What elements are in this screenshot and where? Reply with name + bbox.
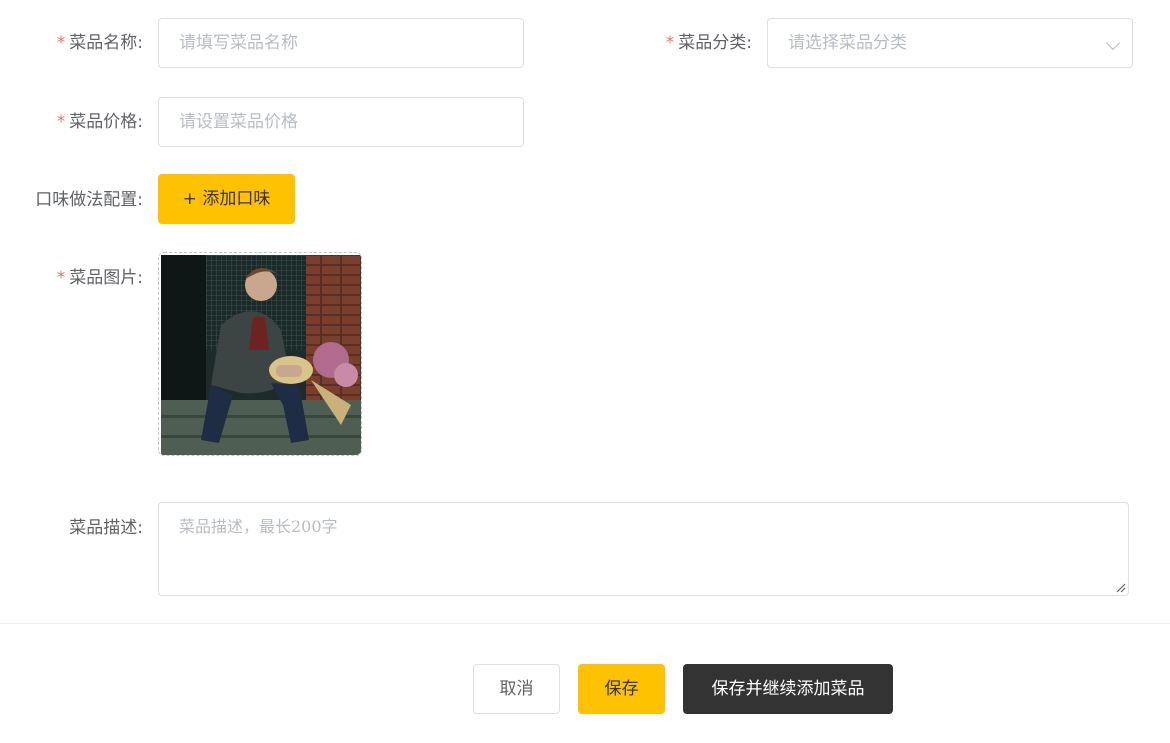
dish-name-placeholder: 请填写菜品名称 <box>179 33 298 53</box>
description-placeholder: 菜品描述，最长200字 <box>179 517 338 536</box>
required-mark: * <box>665 33 675 53</box>
dish-price-input[interactable]: 请设置菜品价格 <box>158 97 524 147</box>
dish-price-placeholder: 请设置菜品价格 <box>179 112 298 132</box>
save-button[interactable]: 保存 <box>578 664 665 714</box>
footer-divider <box>0 623 1170 624</box>
dish-name-input[interactable]: 请填写菜品名称 <box>158 18 524 68</box>
dish-category-placeholder: 请选择菜品分类 <box>788 33 907 53</box>
dish-category-label: * 菜品分类: <box>665 33 752 53</box>
cancel-button[interactable]: 取消 <box>473 664 560 714</box>
description-textarea[interactable]: 菜品描述，最长200字 <box>158 502 1129 596</box>
dish-category-select[interactable]: 请选择菜品分类 <box>767 18 1133 68</box>
flavor-config-label: 口味做法配置: <box>35 190 143 210</box>
chevron-down-icon <box>1105 35 1121 51</box>
required-mark: * <box>56 268 66 288</box>
dish-image-label: * 菜品图片: <box>56 268 143 288</box>
dish-name-label: * 菜品名称: <box>56 33 143 53</box>
dish-image-upload[interactable] <box>158 252 362 456</box>
required-mark: * <box>56 112 66 132</box>
resize-handle-icon[interactable] <box>1114 581 1126 593</box>
add-flavor-button[interactable]: + 添加口味 <box>158 174 295 224</box>
required-mark: * <box>56 33 66 53</box>
description-label: 菜品描述: <box>69 518 143 538</box>
save-and-continue-button[interactable]: 保存并继续添加菜品 <box>683 664 893 714</box>
dish-price-label: * 菜品价格: <box>56 112 143 132</box>
dish-image-preview <box>161 255 361 455</box>
